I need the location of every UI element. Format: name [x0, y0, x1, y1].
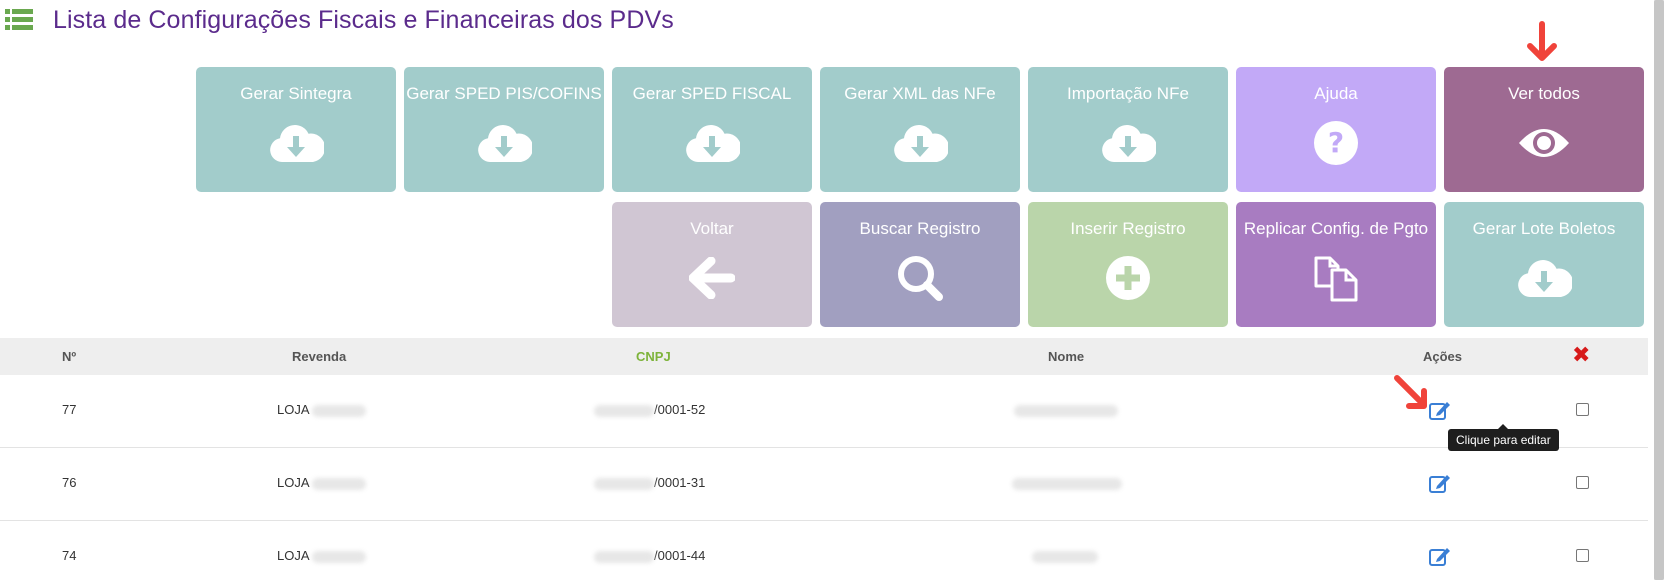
importacao-nfe-button[interactable]: Importação NFe	[1028, 67, 1228, 192]
redacted-text	[594, 550, 654, 563]
redacted-text	[1014, 404, 1118, 417]
revenda-text: LOJA	[277, 475, 309, 490]
redacted-text	[1012, 477, 1122, 490]
col-acoes-header: Ações	[1423, 349, 1463, 364]
tile-label: Gerar Lote Boletos	[1472, 219, 1616, 238]
tile-label: Replicar Config. de Pgto	[1243, 219, 1429, 238]
row-num: 76	[62, 475, 77, 490]
row-nome	[1012, 475, 1122, 490]
redacted-text	[1032, 550, 1098, 563]
question-circle-icon: ?	[1306, 118, 1366, 168]
cloud-download-icon	[474, 118, 534, 168]
row-select-checkbox[interactable]	[1576, 476, 1589, 489]
tile-label: Importação NFe	[1067, 84, 1189, 103]
gerar-sped-fiscal-button[interactable]: Gerar SPED FISCAL	[612, 67, 812, 192]
redacted-text	[312, 477, 367, 490]
row-num: 74	[62, 548, 77, 563]
row-cnpj: /0001-44	[594, 548, 705, 563]
arrow-left-icon	[682, 253, 742, 303]
cloud-download-icon	[890, 118, 950, 168]
ajuda-button[interactable]: Ajuda ?	[1236, 67, 1436, 192]
redacted-text	[594, 477, 654, 490]
row-revenda: LOJA	[277, 402, 367, 417]
edit-tooltip: Clique para editar	[1448, 424, 1559, 451]
row-num: 77	[62, 402, 77, 417]
tile-label: Voltar	[690, 219, 734, 238]
delete-selected-icon[interactable]: ✖	[1572, 343, 1590, 367]
row-cnpj: /0001-31	[594, 475, 705, 490]
cnpj-suffix: /0001-44	[654, 548, 706, 563]
redacted-text	[594, 404, 654, 417]
eye-icon	[1514, 118, 1574, 168]
table-header: Nº Revenda CNPJ Nome Ações ✖	[0, 338, 1648, 375]
annotation-arrow-diagonal-icon	[1394, 375, 1427, 409]
gerar-lote-boletos-button[interactable]: Gerar Lote Boletos	[1444, 202, 1644, 327]
buscar-registro-button[interactable]: Buscar Registro	[820, 202, 1020, 327]
list-icon	[5, 9, 33, 30]
gerar-sintegra-button[interactable]: Gerar Sintegra	[196, 67, 396, 192]
tile-label: Inserir Registro	[1070, 219, 1186, 238]
cloud-download-icon	[682, 118, 742, 168]
vertical-scrollbar[interactable]	[1654, 0, 1664, 580]
inserir-registro-button[interactable]: Inserir Registro	[1028, 202, 1228, 327]
cloud-download-icon	[266, 118, 326, 168]
tile-label: Gerar Sintegra	[240, 84, 352, 103]
revenda-text: LOJA	[277, 548, 309, 563]
annotation-arrow-down-icon	[1527, 21, 1557, 61]
cloud-download-icon	[1514, 253, 1574, 303]
plus-circle-icon	[1098, 253, 1158, 303]
cnpj-suffix: /0001-52	[654, 402, 706, 417]
col-num-header: Nº	[62, 349, 77, 364]
tile-label: Ajuda	[1314, 84, 1358, 103]
edit-icon[interactable]	[1428, 545, 1452, 567]
copy-icon	[1306, 253, 1366, 303]
tile-label: Buscar Registro	[859, 219, 981, 238]
cnpj-suffix: /0001-31	[654, 475, 706, 490]
voltar-button[interactable]: Voltar	[612, 202, 812, 327]
scrollbar-thumb[interactable]	[1654, 0, 1664, 580]
redacted-text	[312, 404, 367, 417]
revenda-text: LOJA	[277, 402, 309, 417]
redacted-text	[312, 550, 367, 563]
ver-todos-button[interactable]: Ver todos	[1444, 67, 1644, 192]
page-title: Lista de Configurações Fiscais e Finance…	[53, 6, 674, 34]
row-nome	[1032, 548, 1098, 563]
row-select-checkbox[interactable]	[1576, 403, 1589, 416]
replicar-config-pgto-button[interactable]: Replicar Config. de Pgto	[1236, 202, 1436, 327]
tile-label: Gerar SPED FISCAL	[632, 84, 792, 103]
col-cnpj-header[interactable]: CNPJ	[636, 349, 671, 364]
row-revenda: LOJA	[277, 548, 367, 563]
row-cnpj: /0001-52	[594, 402, 705, 417]
gerar-sped-pis-cofins-button[interactable]: Gerar SPED PIS/COFINS	[404, 67, 604, 192]
gerar-xml-nfe-button[interactable]: Gerar XML das NFe	[820, 67, 1020, 192]
col-nome-header: Nome	[1048, 349, 1085, 364]
edit-icon[interactable]	[1428, 472, 1452, 494]
search-icon	[890, 253, 950, 303]
row-revenda: LOJA	[277, 475, 367, 490]
cloud-download-icon	[1098, 118, 1158, 168]
page: Lista de Configurações Fiscais e Finance…	[0, 0, 1664, 580]
tile-label: Gerar XML das NFe	[844, 84, 996, 103]
row-select-checkbox[interactable]	[1576, 549, 1589, 562]
tile-label: Ver todos	[1508, 84, 1580, 103]
svg-text:?: ?	[1328, 126, 1344, 159]
row-nome	[1014, 402, 1118, 417]
tile-label: Gerar SPED PIS/COFINS	[406, 84, 602, 103]
table-row: 74 LOJA /0001-44	[0, 521, 1648, 580]
col-revenda-header: Revenda	[292, 349, 347, 364]
table-row: 76 LOJA /0001-31	[0, 448, 1648, 521]
